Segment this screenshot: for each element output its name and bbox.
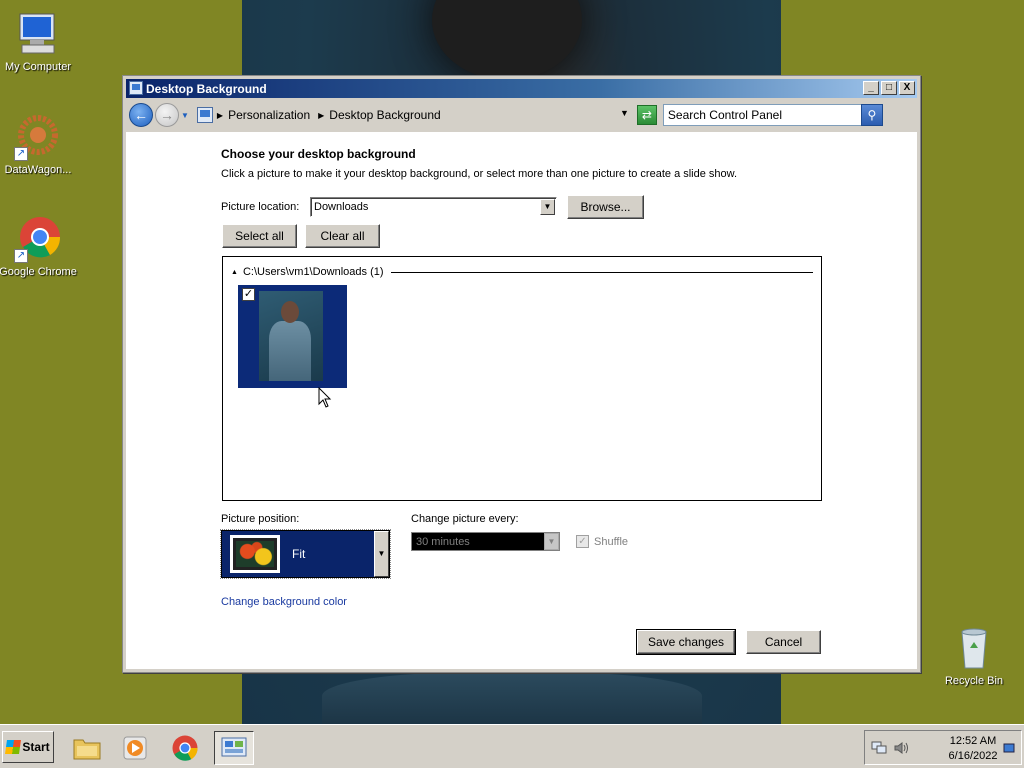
clock-date: 6/16/2022 <box>948 750 998 762</box>
search-input[interactable] <box>663 106 854 124</box>
picture-thumbnail[interactable]: ✓ <box>238 285 347 388</box>
desktop-icon-recycle-bin[interactable]: Recycle Bin <box>934 624 1014 687</box>
collapse-arrow-icon[interactable]: ▲ <box>231 269 238 276</box>
picture-position-select[interactable]: Fit ▼ <box>220 529 391 579</box>
show-desktop-icon[interactable] <box>1003 741 1015 755</box>
gallery-group-label: C:\Users\vm1\Downloads (1) <box>242 266 384 278</box>
navigation-bar: ← → ▼ ▶ Personalization ▶ Desktop Backgr… <box>126 101 917 129</box>
picture-position-label: Picture position: <box>221 513 300 525</box>
back-button[interactable]: ← <box>129 103 153 127</box>
change-picture-every-label: Change picture every: <box>411 513 519 525</box>
change-background-color-link[interactable]: Change background color <box>221 596 347 608</box>
start-button[interactable]: Start <box>2 731 54 763</box>
page-description: Click a picture to make it your desktop … <box>221 168 738 180</box>
chevron-down-icon[interactable]: ▼ <box>620 108 629 118</box>
browse-button[interactable]: Browse... <box>567 195 644 219</box>
title-bar[interactable]: Desktop Background _ □ X <box>126 79 917 98</box>
recycle-bin-icon <box>950 624 998 672</box>
network-icon[interactable] <box>871 741 887 755</box>
address-bar[interactable]: ▶ Personalization ▶ Desktop Background ▼ <box>192 104 633 126</box>
desktop-icon-label: Recycle Bin <box>944 675 1004 687</box>
shuffle-checkbox: ✓ Shuffle <box>576 535 628 548</box>
thumbnail-image <box>259 291 323 381</box>
picture-location-label: Picture location: <box>221 201 300 213</box>
control-panel-icon <box>129 81 143 95</box>
taskbar: Start 12:52 AM 6/16/2022 <box>0 724 1024 768</box>
shortcut-arrow-icon: ↗ <box>14 249 28 263</box>
taskbar-chrome[interactable] <box>165 731 205 765</box>
cancel-button[interactable]: Cancel <box>746 630 821 654</box>
window-title: Desktop Background <box>146 81 267 96</box>
page-heading: Choose your desktop background <box>221 147 416 161</box>
chevron-down-icon: ▼ <box>544 533 559 550</box>
breadcrumb-arrow-icon[interactable]: ▶ <box>217 111 223 120</box>
breadcrumb-arrow-icon[interactable]: ▶ <box>318 111 324 120</box>
checkbox-icon: ✓ <box>576 535 589 548</box>
chrome-icon: ↗ <box>14 215 62 263</box>
taskbar-media-player[interactable] <box>115 731 155 765</box>
desktop-icon-label: My Computer <box>4 61 72 73</box>
taskbar-control-panel[interactable] <box>214 731 254 765</box>
picture-position-value: Fit <box>292 547 306 561</box>
computer-icon <box>14 10 62 58</box>
picture-location-value: Downloads <box>314 201 369 213</box>
breadcrumb-personalization[interactable]: Personalization <box>228 108 310 122</box>
desktop-icon-datawagon[interactable]: ↗ DataWagon... <box>0 113 78 176</box>
chevron-down-icon[interactable]: ▼ <box>374 531 389 577</box>
shuffle-label: Shuffle <box>594 535 629 548</box>
save-changes-button[interactable]: Save changes <box>636 629 736 655</box>
clock[interactable]: 12:52 AM 6/16/2022 <box>945 734 1001 764</box>
select-all-button[interactable]: Select all <box>222 224 297 248</box>
breadcrumb-desktop-background[interactable]: Desktop Background <box>329 108 440 122</box>
chrome-icon <box>172 735 198 761</box>
change-interval-value: 30 minutes <box>416 536 470 548</box>
recent-pages-icon[interactable]: ▼ <box>181 111 189 120</box>
chevron-down-icon[interactable]: ▼ <box>540 199 555 215</box>
clock-time: 12:52 AM <box>949 735 997 747</box>
picture-location-select[interactable]: Downloads ▼ <box>310 197 557 217</box>
desktop-icon-label: DataWagon... <box>4 164 72 176</box>
maximize-button[interactable]: □ <box>881 81 897 95</box>
desktop-icon-google-chrome[interactable]: ↗ Google Chrome <box>0 215 78 278</box>
clear-all-button[interactable]: Clear all <box>305 224 380 248</box>
close-button[interactable]: X <box>899 81 915 95</box>
start-label: Start <box>22 740 50 754</box>
control-panel-icon <box>221 737 247 757</box>
control-panel-icon <box>196 107 213 123</box>
group-divider <box>390 271 813 273</box>
folder-icon <box>73 739 101 760</box>
system-tray: 12:52 AM 6/16/2022 <box>864 730 1022 765</box>
media-player-icon <box>123 736 147 760</box>
taskbar-explorer[interactable] <box>67 731 107 765</box>
content-area: Choose your desktop background Click a p… <box>126 132 917 669</box>
position-preview-image <box>230 535 280 573</box>
gallery-group-header[interactable]: ▲ C:\Users\vm1\Downloads (1) <box>231 265 813 279</box>
thumbnail-checkbox[interactable]: ✓ <box>242 288 255 301</box>
picture-gallery: ▲ C:\Users\vm1\Downloads (1) ✓ <box>222 256 822 501</box>
mouse-cursor-icon <box>318 387 332 408</box>
desktop-icon-my-computer[interactable]: My Computer <box>0 10 78 73</box>
shortcut-arrow-icon: ↗ <box>14 147 28 161</box>
volume-icon[interactable] <box>893 741 909 755</box>
forward-button[interactable]: → <box>155 103 179 127</box>
change-interval-select: 30 minutes ▼ <box>411 532 560 551</box>
windows-logo-icon <box>5 740 22 754</box>
desktop-background-window: Desktop Background _ □ X ← → ▼ ▶ Persona… <box>122 75 921 673</box>
datawagon-icon: ↗ <box>14 113 62 161</box>
refresh-button[interactable]: ⇄ <box>636 105 657 125</box>
minimize-button[interactable]: _ <box>863 81 879 95</box>
search-icon[interactable]: ⚲ <box>860 104 883 126</box>
search-box[interactable]: ⚲ <box>662 104 883 126</box>
desktop-icon-label: Google Chrome <box>0 266 77 278</box>
